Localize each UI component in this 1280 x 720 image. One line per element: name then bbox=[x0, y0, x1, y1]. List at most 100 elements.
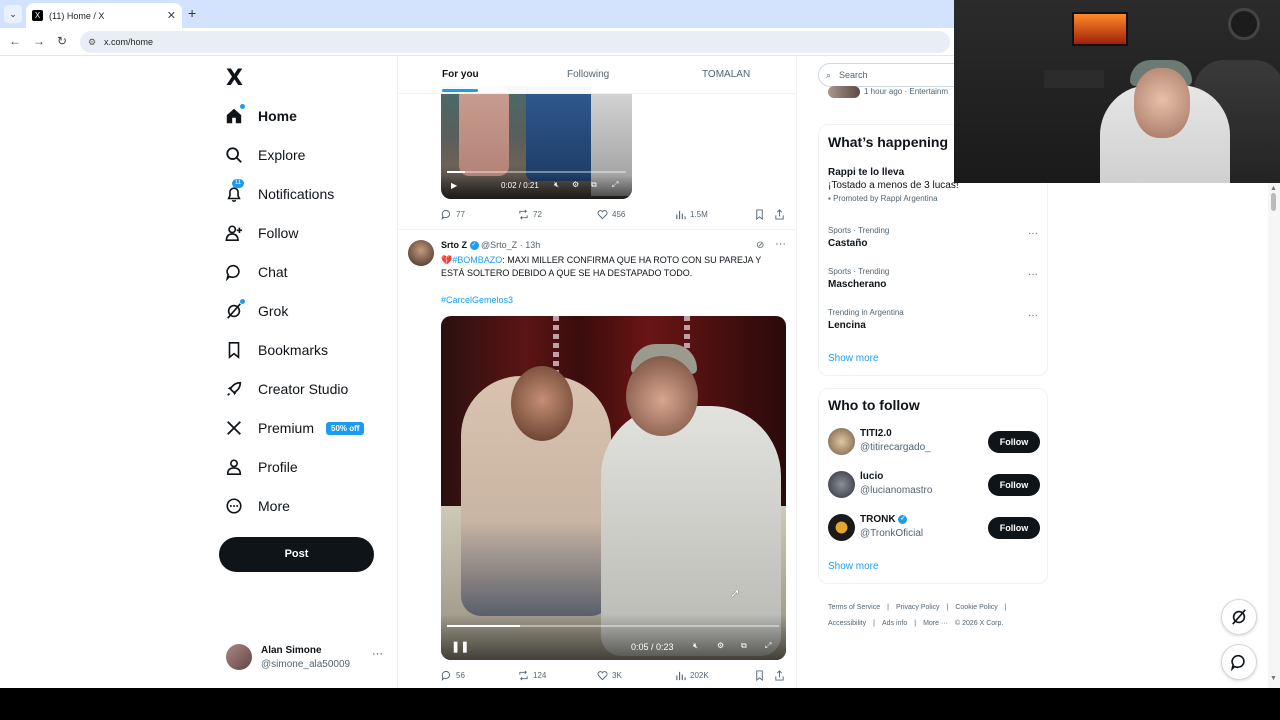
nav-item-bookmarks[interactable]: Bookmarks bbox=[224, 335, 328, 365]
nav-item-home[interactable]: Home bbox=[224, 101, 297, 131]
close-tab-icon[interactable]: ✕ bbox=[167, 9, 176, 22]
bookmark-button[interactable] bbox=[754, 209, 769, 220]
more-dots-icon[interactable]: ··· bbox=[775, 238, 786, 250]
footer-link[interactable]: Cookie Policy bbox=[955, 604, 997, 611]
follow-button[interactable]: Follow bbox=[988, 474, 1040, 496]
share-button[interactable] bbox=[774, 209, 789, 220]
more-dots-icon[interactable]: ··· bbox=[372, 648, 383, 660]
footer-link[interactable]: Privacy Policy bbox=[896, 604, 940, 611]
avatar[interactable] bbox=[408, 240, 434, 266]
tweet-video-player[interactable]: ➚ ❚❚ 0:05 / 0:23 🔇︎ ⚙ ⧉ ⤢ bbox=[441, 316, 786, 660]
nav-item-more[interactable]: More bbox=[224, 491, 290, 521]
grok-float-button[interactable] bbox=[1221, 599, 1257, 635]
nav-item-profile[interactable]: Profile bbox=[224, 452, 298, 482]
more-dots-icon[interactable]: ··· bbox=[1028, 310, 1038, 321]
more-dots-icon[interactable]: ··· bbox=[1028, 228, 1038, 239]
chat-icon bbox=[224, 262, 244, 282]
footer-link[interactable]: Terms of Service bbox=[828, 604, 880, 611]
settings-icon[interactable]: ⚙ bbox=[717, 641, 724, 650]
back-icon[interactable]: ← bbox=[9, 34, 21, 48]
page-scrollbar[interactable]: ▲ ▼ bbox=[1268, 183, 1280, 688]
more-dots-icon[interactable]: ··· bbox=[1028, 269, 1038, 280]
tweet-text: 💔#BOMBAZO: MAXI MILLER CONFIRMA QUE HA R… bbox=[441, 254, 786, 280]
repost-button[interactable]: 72 bbox=[518, 209, 542, 220]
author-name[interactable]: Srto Z bbox=[441, 240, 467, 250]
nav-item-grok[interactable]: Grok bbox=[224, 296, 288, 326]
nav-item-explore[interactable]: Explore bbox=[224, 140, 305, 170]
play-icon[interactable]: ▶ bbox=[451, 181, 457, 190]
scroll-up-icon[interactable]: ▲ bbox=[1270, 185, 1277, 192]
footer-link[interactable]: Accessibility bbox=[828, 620, 866, 627]
x-logo-icon[interactable]: X bbox=[226, 66, 243, 91]
browser-tab[interactable]: X (11) Home / X ✕ bbox=[26, 3, 182, 28]
footer-link[interactable]: More ··· bbox=[923, 620, 948, 627]
address-bar[interactable]: ⚙ x.com/home bbox=[80, 31, 950, 53]
follow-suggestion[interactable]: TRONK ✓ @TronkOficial Follow bbox=[828, 513, 1040, 543]
trend-item[interactable]: Sports · Trending Castaño ··· bbox=[828, 226, 1038, 249]
scrollbar-thumb[interactable] bbox=[1271, 193, 1276, 211]
tab-search-icon[interactable]: ⌄ bbox=[4, 5, 22, 23]
follow-suggestion[interactable]: TITI2.0 @titirecargado_ Follow bbox=[828, 427, 1040, 457]
nav-item-creator-studio[interactable]: Creator Studio bbox=[224, 374, 348, 404]
verified-badge-icon: ✓ bbox=[898, 514, 908, 524]
views-button[interactable]: 1.5M bbox=[675, 209, 708, 220]
hashtag-link[interactable]: #BOMBAZO bbox=[452, 255, 502, 265]
tweet[interactable]: Srto Z ✓ @Srto_Z · 13h ⊘ ··· 💔#BOMBAZO: … bbox=[398, 229, 796, 688]
views-button[interactable]: 202K bbox=[675, 670, 709, 681]
account-switcher[interactable]: Alan Simone @simone_ala50009 ··· bbox=[226, 642, 396, 674]
repost-button[interactable]: 124 bbox=[518, 670, 546, 681]
fullscreen-icon[interactable]: ⤢ bbox=[612, 180, 618, 190]
tab-following[interactable]: Following bbox=[567, 69, 609, 80]
author-handle[interactable]: @Srto_Z bbox=[481, 240, 517, 250]
fullscreen-icon[interactable]: ⤢ bbox=[765, 641, 771, 651]
chat-float-button[interactable] bbox=[1221, 644, 1257, 680]
reply-icon bbox=[441, 209, 451, 220]
url-text: x.com/home bbox=[104, 37, 154, 47]
rocket-icon bbox=[224, 379, 244, 399]
like-button[interactable]: 3K bbox=[597, 670, 622, 681]
tweet-video-player[interactable]: ▶ 0:02 / 0:21 🔇︎ ⚙ ⧉ ⤢ bbox=[441, 86, 632, 199]
nav-item-follow[interactable]: Follow bbox=[224, 218, 298, 248]
share-button[interactable] bbox=[774, 670, 789, 681]
wall-clock-image bbox=[1228, 8, 1260, 40]
reply-button[interactable]: 77 bbox=[441, 209, 465, 220]
mute-icon[interactable]: 🔇︎ bbox=[693, 641, 698, 651]
tab-tomalan[interactable]: TOMALAN bbox=[702, 69, 750, 80]
scroll-down-icon[interactable]: ▼ bbox=[1270, 675, 1277, 682]
grok-icon[interactable]: ⊘ bbox=[756, 240, 764, 251]
pip-icon[interactable]: ⧉ bbox=[591, 180, 597, 190]
follow-button[interactable]: Follow bbox=[988, 431, 1040, 453]
show-more-link[interactable]: Show more bbox=[828, 561, 879, 572]
site-info-icon[interactable]: ⚙ bbox=[88, 31, 96, 53]
hashtag-link[interactable]: #CarcelGemelos3 bbox=[441, 295, 513, 305]
nav-item-premium[interactable]: Premium 50% off bbox=[224, 413, 365, 443]
new-tab-icon[interactable]: + bbox=[188, 5, 196, 21]
like-button[interactable]: 456 bbox=[597, 209, 625, 220]
home-timeline: For you Following TOMALAN ▶ 0:02 / 0:21 … bbox=[397, 56, 797, 688]
video-progress-bar[interactable] bbox=[447, 171, 626, 173]
reload-icon[interactable]: ↻ bbox=[57, 34, 67, 48]
nav-item-chat[interactable]: Chat bbox=[224, 257, 288, 287]
show-more-link[interactable]: Show more bbox=[828, 353, 879, 364]
pip-icon[interactable]: ⧉ bbox=[741, 641, 747, 651]
follow-button[interactable]: Follow bbox=[988, 517, 1040, 539]
footer-link[interactable]: Ads info bbox=[882, 620, 907, 627]
home-icon bbox=[224, 104, 245, 126]
nav-item-notifications[interactable]: 11 Notifications bbox=[224, 179, 334, 209]
tweet-time[interactable]: 13h bbox=[525, 240, 540, 250]
tab-for-you[interactable]: For you bbox=[442, 69, 479, 92]
bookmark-button[interactable] bbox=[754, 670, 769, 681]
trend-item[interactable]: Sports · Trending Mascherano ··· bbox=[828, 267, 1038, 290]
pause-icon[interactable]: ❚❚ bbox=[451, 640, 469, 653]
trend-item[interactable]: Trending in Argentina Lencina ··· bbox=[828, 308, 1038, 331]
forward-icon[interactable]: → bbox=[33, 34, 45, 48]
mute-icon[interactable]: 🔇︎ bbox=[554, 180, 559, 190]
video-progress-bar[interactable] bbox=[447, 625, 779, 627]
settings-icon[interactable]: ⚙ bbox=[572, 180, 579, 189]
post-button[interactable]: Post bbox=[219, 537, 374, 572]
panel-title: Who to follow bbox=[828, 397, 920, 413]
news-item-partial[interactable]: 1 hour ago · Entertainm bbox=[828, 86, 948, 98]
reply-button[interactable]: 56 bbox=[441, 670, 465, 681]
follow-suggestion[interactable]: lucio @lucianomastro Follow bbox=[828, 470, 1040, 500]
grok-icon bbox=[224, 299, 245, 321]
